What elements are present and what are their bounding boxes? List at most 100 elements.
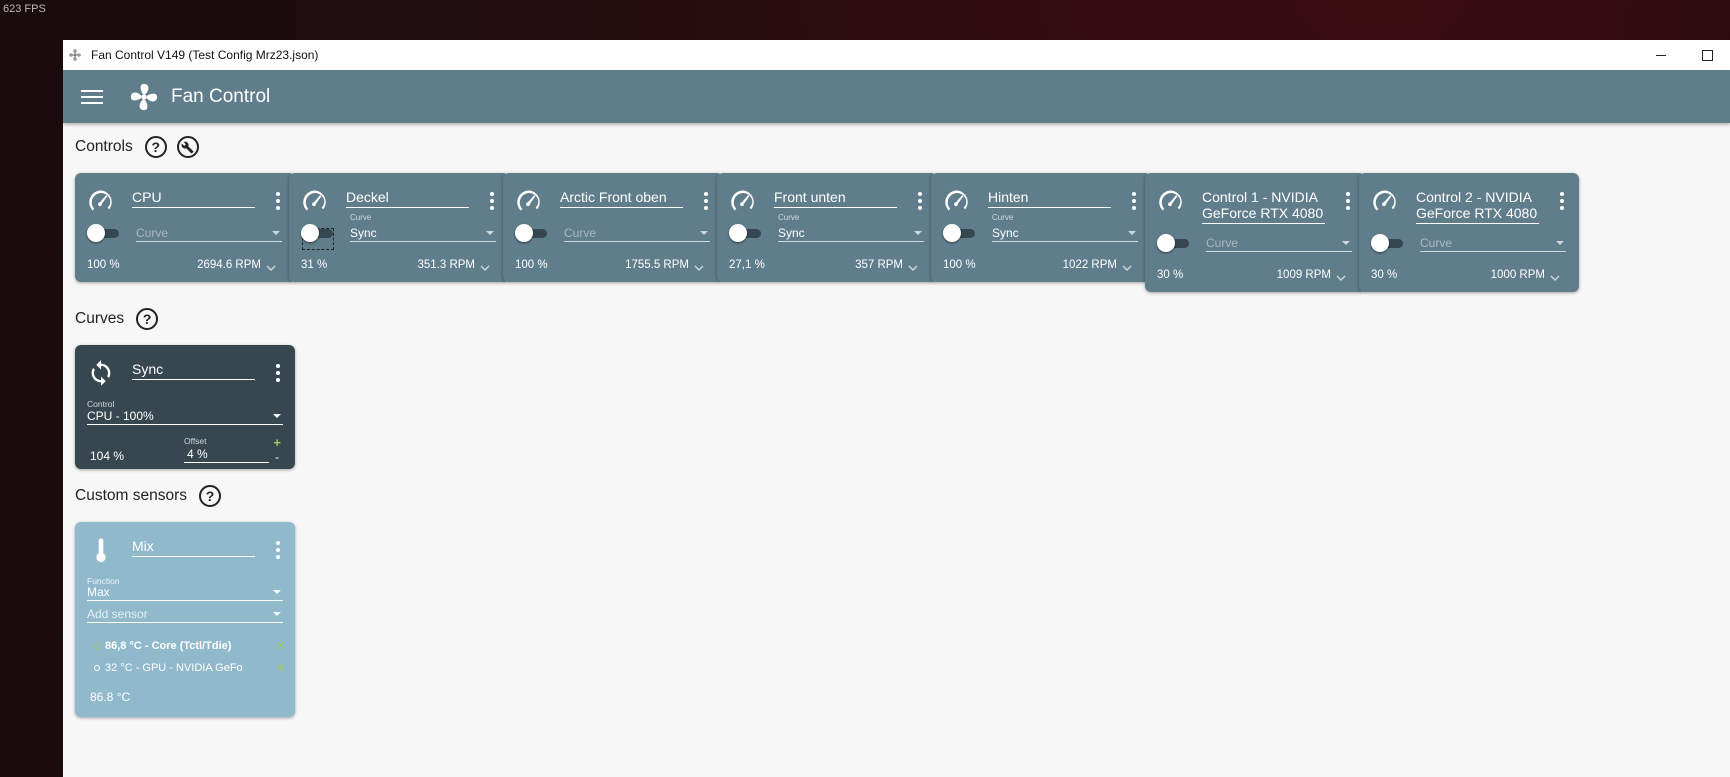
- control-rpm: 2694.6 RPM: [197, 259, 261, 271]
- dropdown-arrow-icon: [273, 612, 281, 616]
- control-name-field[interactable]: Control 2 - NVIDIA GeForce RTX 4080: [1416, 189, 1539, 224]
- curve-select[interactable]: Curve Sync: [350, 213, 496, 242]
- control-percent: 100 %: [515, 259, 548, 271]
- sensor-item-text: 86,8 °C - Core (Tctl/Tdie): [105, 640, 232, 652]
- minimize-button[interactable]: [1638, 40, 1684, 70]
- controls-help-button[interactable]: ?: [144, 136, 167, 158]
- expand-chevron-icon[interactable]: [1549, 271, 1561, 283]
- controls-tools-button[interactable]: [176, 136, 199, 158]
- enable-toggle[interactable]: [729, 224, 763, 242]
- thermometer-icon: [96, 538, 106, 562]
- sensor-item-text: 32 °C - GPU - NVIDIA GeForce RTX 4080: [105, 662, 243, 674]
- add-sensor-select[interactable]: Add sensor: [87, 606, 283, 623]
- custom-sensors-section-header: Custom sensors ?: [75, 485, 231, 507]
- custom-sensors-help-button[interactable]: ?: [198, 485, 221, 507]
- curve-name-field[interactable]: Sync: [132, 361, 255, 380]
- control-rpm: 1755.5 RPM: [625, 259, 689, 271]
- curve-select-label: Curve: [992, 213, 1014, 222]
- control-name-field[interactable]: Control 1 - NVIDIA GeForce RTX 4080: [1202, 189, 1325, 224]
- control-percent: 30 %: [1371, 269, 1398, 281]
- dropdown-arrow-icon: [914, 231, 922, 235]
- hamburger-menu-icon[interactable]: [81, 89, 103, 104]
- remove-sensor-button[interactable]: X: [277, 663, 284, 674]
- enable-toggle[interactable]: [1371, 234, 1405, 252]
- control-percent: 27,1 %: [729, 259, 765, 271]
- more-vert-icon[interactable]: [276, 192, 280, 210]
- sensor-status-icon: [94, 643, 100, 649]
- dropdown-arrow-icon: [273, 414, 281, 418]
- function-select[interactable]: Max: [87, 584, 283, 601]
- enable-toggle[interactable]: [1157, 234, 1191, 252]
- control-card[interactable]: Front unten Curve Sync 27,1 % 357 RPM: [717, 173, 937, 282]
- control-percent: 30 %: [1157, 269, 1184, 281]
- curve-select-value: Curve: [1206, 236, 1239, 250]
- custom-sensor-card-mix[interactable]: Mix Function Max Add sensor 86,8 °C - Co…: [75, 522, 295, 717]
- maximize-button[interactable]: [1684, 40, 1730, 70]
- control-card[interactable]: Control 1 - NVIDIA GeForce RTX 4080 Curve…: [1145, 173, 1365, 292]
- curves-help-button[interactable]: ?: [136, 308, 159, 330]
- sync-icon: [91, 360, 111, 386]
- control-card[interactable]: Arctic Front oben Curve 100 % 1755.5 RPM: [503, 173, 723, 282]
- maximize-icon: [1701, 49, 1713, 61]
- expand-chevron-icon[interactable]: [693, 261, 705, 273]
- sensor-name-field[interactable]: Mix: [132, 538, 255, 557]
- control-name-field[interactable]: Hinten: [988, 189, 1111, 208]
- curve-select-value: Curve: [136, 226, 169, 240]
- curve-select-value: Curve: [564, 226, 597, 240]
- curve-select-value: Sync: [778, 226, 805, 240]
- curve-select[interactable]: Curve Sync: [778, 213, 924, 242]
- expand-chevron-icon[interactable]: [907, 261, 919, 273]
- curve-select[interactable]: Curve: [136, 225, 282, 242]
- control-name-field[interactable]: Arctic Front oben: [560, 189, 683, 208]
- control-percent: 31 %: [301, 259, 328, 271]
- more-vert-icon[interactable]: [1132, 192, 1136, 210]
- control-name-field[interactable]: Front unten: [774, 189, 897, 208]
- control-name-field[interactable]: CPU: [132, 189, 255, 208]
- curve-result-value: 104 %: [90, 449, 125, 463]
- speedometer-icon: [729, 187, 757, 215]
- enable-toggle[interactable]: [87, 224, 121, 242]
- more-vert-icon[interactable]: [276, 541, 280, 559]
- fps-overlay: 623 FPS: [3, 3, 46, 15]
- curve-select[interactable]: Curve: [1206, 235, 1352, 252]
- control-card[interactable]: Hinten Curve Sync 100 % 1022 RPM: [931, 173, 1151, 282]
- control-select[interactable]: CPU - 100%: [87, 408, 283, 425]
- control-rpm: 351.3 RPM: [417, 259, 475, 271]
- minimize-icon: [1656, 54, 1666, 56]
- expand-chevron-icon[interactable]: [1335, 271, 1347, 283]
- curve-select[interactable]: Curve: [1420, 235, 1566, 252]
- control-name-field[interactable]: Deckel: [346, 189, 469, 208]
- control-card[interactable]: CPU Curve 100 % 2694.6 RPM: [75, 173, 295, 282]
- dropdown-arrow-icon: [1342, 241, 1350, 245]
- more-vert-icon[interactable]: [1346, 192, 1350, 210]
- enable-toggle[interactable]: [943, 224, 977, 242]
- enable-toggle[interactable]: [515, 224, 549, 242]
- more-vert-icon[interactable]: [276, 364, 280, 382]
- expand-chevron-icon[interactable]: [1121, 261, 1133, 273]
- control-card[interactable]: Control 2 - NVIDIA GeForce RTX 4080 Curve…: [1359, 173, 1579, 292]
- control-select-value: CPU - 100%: [87, 409, 154, 423]
- offset-input[interactable]: 4 %: [184, 446, 269, 463]
- control-card[interactable]: Deckel Curve Sync 31 % 351.3 RPM: [289, 173, 509, 282]
- app-title: Fan Control: [171, 85, 271, 107]
- sensor-status-icon: [94, 665, 100, 671]
- control-rpm: 1009 RPM: [1276, 269, 1331, 281]
- dropdown-arrow-icon: [1556, 241, 1564, 245]
- remove-sensor-button[interactable]: X: [277, 641, 284, 652]
- curve-card-sync[interactable]: Sync Control CPU - 100% 104 % Offset 4 %…: [75, 345, 295, 469]
- offset-decrease-button[interactable]: -: [275, 450, 279, 464]
- curve-select[interactable]: Curve: [564, 225, 710, 242]
- more-vert-icon[interactable]: [1560, 192, 1564, 210]
- offset-increase-button[interactable]: +: [273, 435, 281, 450]
- curve-select[interactable]: Curve Sync: [992, 213, 1138, 242]
- more-vert-icon[interactable]: [704, 192, 708, 210]
- expand-chevron-icon[interactable]: [479, 261, 491, 273]
- more-vert-icon[interactable]: [918, 192, 922, 210]
- more-vert-icon[interactable]: [490, 192, 494, 210]
- enable-toggle[interactable]: [301, 224, 335, 242]
- sensor-list-item: 86,8 °C - Core (Tctl/Tdie) X: [94, 640, 284, 652]
- dropdown-arrow-icon: [272, 231, 280, 235]
- title-bar[interactable]: Fan Control V149 (Test Config Mrz23.json…: [63, 40, 1730, 70]
- control-percent: 100 %: [87, 259, 120, 271]
- expand-chevron-icon[interactable]: [265, 261, 277, 273]
